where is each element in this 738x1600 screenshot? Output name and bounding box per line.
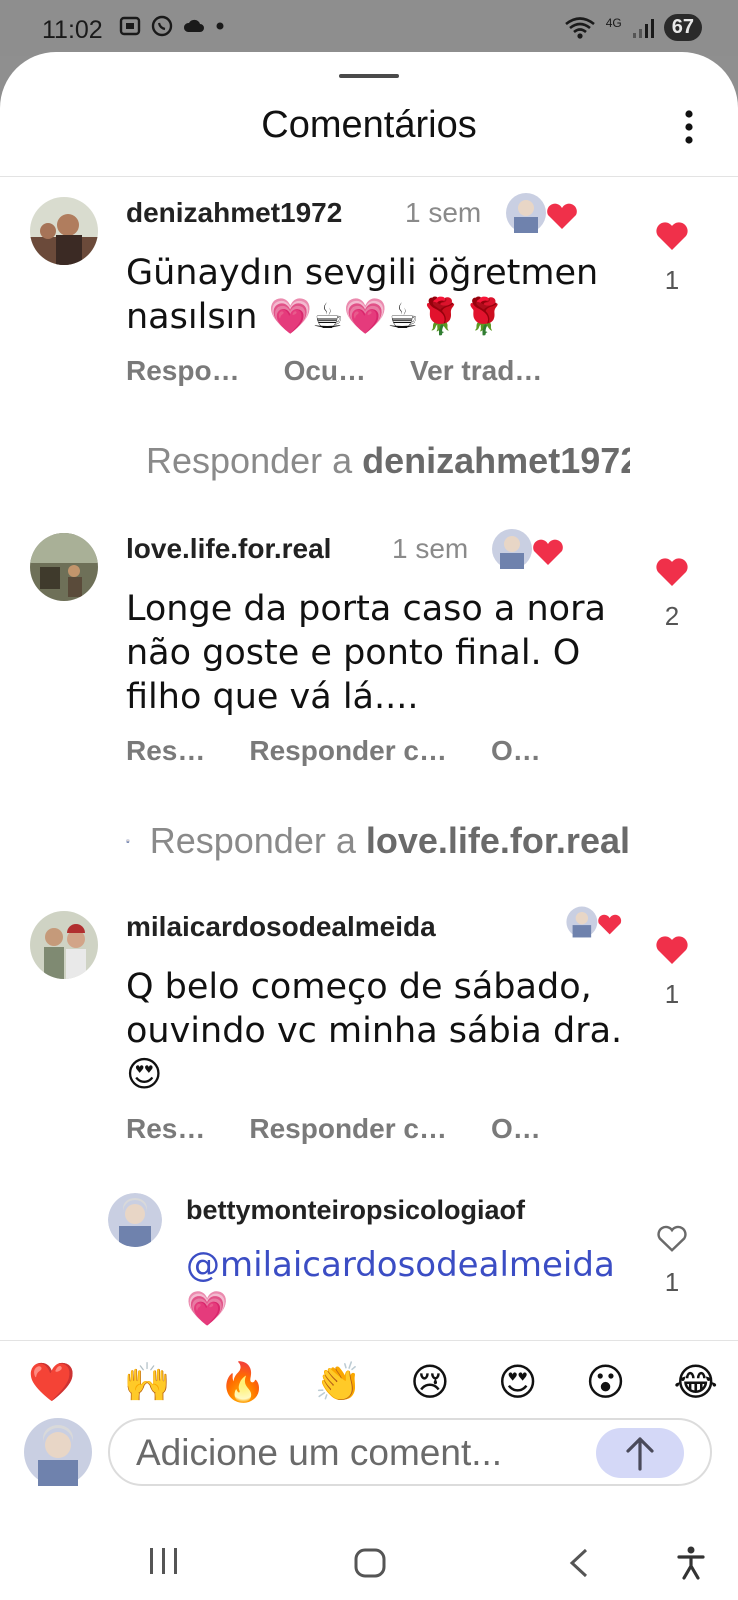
reply-button[interactable]: Res…	[126, 1113, 205, 1145]
comment-input-placeholder: Adicione um coment...	[136, 1432, 503, 1473]
wifi-icon	[564, 16, 595, 39]
emoji-heart[interactable]: ❤️	[28, 1360, 75, 1405]
like-control[interactable]: 1	[642, 1225, 702, 1298]
comment-item: denizahmet1972 1 sem Günaydın sevgili öğ…	[0, 177, 738, 557]
reply-item: bettymonteiropsicologiaof @milaicardosod…	[0, 1181, 738, 1389]
status-bar: 11:02 4G 67	[0, 0, 738, 56]
comment-actions: Res… Responder c… O…	[126, 735, 585, 767]
emoji-laughing[interactable]: 😂	[674, 1360, 718, 1405]
heart-filled-icon[interactable]	[655, 557, 689, 587]
battery-indicator: 67	[663, 14, 702, 41]
see-translation-button[interactable]: Ver trad…	[410, 355, 542, 387]
creator-liked-icon	[566, 906, 622, 938]
comment-text: Q belo começo de sábado, ouvindo vc minh…	[126, 967, 623, 1095]
whatsapp-icon	[151, 15, 173, 37]
comment-item: milaicardosodealmeida Q belo começo de s…	[0, 891, 738, 1191]
sheet-title: Comentários	[261, 104, 477, 146]
like-control[interactable]: 1	[642, 935, 702, 1010]
comment-username[interactable]: denizahmet1972	[126, 197, 342, 229]
comment-input[interactable]: Adicione um coment...	[108, 1418, 712, 1486]
comment-actions: Res… Responder c… O…	[126, 1113, 585, 1145]
reply-button[interactable]: Respo…	[126, 355, 240, 387]
avatar[interactable]	[108, 1193, 162, 1247]
reply-composer-row[interactable]: Responder a love.life.for.real	[126, 815, 630, 867]
like-count: 1	[664, 265, 680, 295]
reply-username[interactable]: bettymonteiropsicologiaof	[186, 1195, 525, 1226]
hide-button[interactable]: Ocu…	[284, 355, 366, 387]
dot-icon	[216, 22, 224, 30]
avatar[interactable]	[30, 911, 98, 979]
send-button[interactable]	[596, 1428, 684, 1478]
comment-text: Günaydın sevgili öğretmen nasılsın 💗☕💗☕🌹…	[126, 253, 599, 337]
comment-username[interactable]: milaicardosodealmeida	[126, 911, 436, 943]
heart-outline-icon[interactable]	[656, 1225, 688, 1253]
emoji-crying[interactable]: 😢	[410, 1360, 450, 1405]
reply-with-button[interactable]: Responder c…	[249, 1113, 447, 1145]
comment-time: 1 sem	[392, 533, 469, 564]
accessibility-icon[interactable]	[676, 1546, 706, 1580]
avatar[interactable]	[30, 197, 98, 265]
screenshot-icon	[119, 16, 141, 36]
comment-time: 1 sem	[405, 197, 482, 228]
reply-composer-row[interactable]: Responder a denizahmet1972	[126, 435, 630, 487]
emoji-raised-hands[interactable]: 🙌	[124, 1360, 171, 1405]
reply-prompt[interactable]: Responder a love.life.for.real	[150, 820, 630, 862]
system-navigation-bar	[0, 1510, 738, 1600]
recent-apps-icon[interactable]	[148, 1546, 180, 1576]
heart-filled-icon[interactable]	[655, 935, 689, 965]
network-type: 4G	[605, 15, 622, 30]
signal-icon	[632, 18, 654, 38]
current-user-avatar	[24, 1418, 92, 1486]
like-count: 1	[664, 979, 680, 1009]
like-control[interactable]: 1	[642, 221, 702, 296]
reply-with-button[interactable]: Responder c…	[249, 735, 447, 767]
emoji-bar-divider	[0, 1340, 738, 1341]
emoji-clap[interactable]: 👏	[315, 1360, 362, 1405]
more-options-icon[interactable]	[684, 110, 694, 144]
arrow-up-icon	[626, 1437, 654, 1471]
emoji-surprised[interactable]: 😮	[586, 1360, 626, 1405]
like-count: 2	[664, 601, 680, 631]
emoji-heart-eyes[interactable]: 😍	[498, 1360, 538, 1405]
reply-text: @milaicardosodealmeida 💗	[186, 1245, 615, 1329]
more-actions-button[interactable]: O…	[491, 735, 541, 767]
comments-list[interactable]: denizahmet1972 1 sem Günaydın sevgili öğ…	[0, 177, 738, 1389]
emoji-fire[interactable]: 🔥	[219, 1360, 266, 1405]
notification-icons	[118, 14, 226, 38]
like-control[interactable]: 2	[642, 557, 702, 632]
emoji-quick-bar: ❤️ 🙌 🔥 👏 😢 😍 😮 😂	[28, 1360, 718, 1405]
reply-button[interactable]: Res…	[126, 735, 205, 767]
sheet-drag-handle[interactable]	[339, 74, 399, 78]
cloud-icon	[183, 19, 204, 32]
avatar	[126, 839, 130, 843]
comment-username[interactable]: love.life.for.real	[126, 533, 331, 565]
mention-link[interactable]: @milaicardosodealmeida	[186, 1245, 615, 1285]
like-count: 1	[664, 1267, 680, 1297]
back-icon[interactable]	[566, 1548, 590, 1578]
comment-text: Longe da porta caso a nora não goste e p…	[126, 589, 606, 717]
heart-filled-icon[interactable]	[655, 221, 689, 251]
status-time: 11:02	[42, 16, 103, 44]
avatar[interactable]	[30, 533, 98, 601]
creator-liked-icon	[492, 529, 563, 569]
comment-actions: Respo… Ocu… Ver trad…	[126, 355, 586, 387]
reply-prompt[interactable]: Responder a denizahmet1972	[146, 440, 630, 482]
more-actions-button[interactable]: O…	[491, 1113, 541, 1145]
creator-liked-icon	[506, 193, 577, 233]
system-icons: 4G 67	[564, 14, 702, 41]
comment-item: love.life.for.real 1 sem Longe da porta …	[0, 513, 738, 893]
home-icon[interactable]	[354, 1548, 386, 1578]
